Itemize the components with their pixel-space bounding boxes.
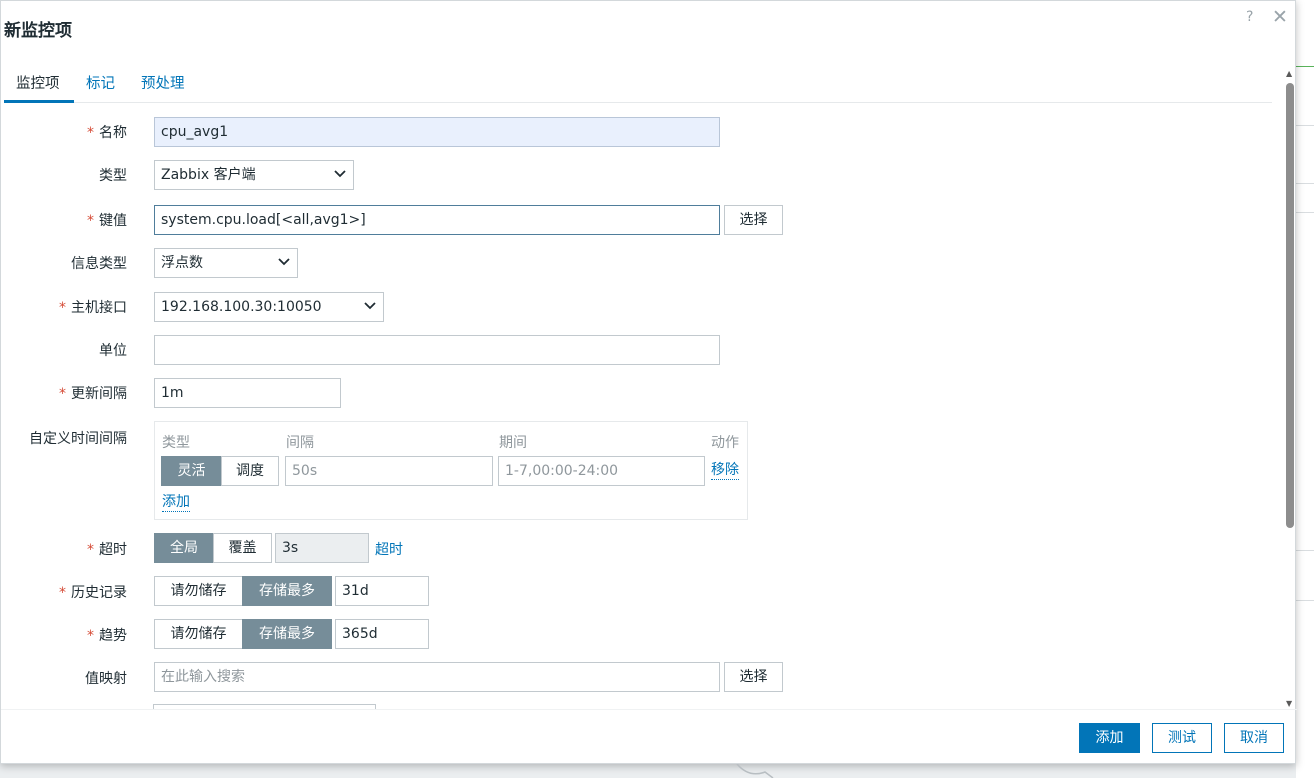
host-interface-label: 主机接口 bbox=[59, 297, 127, 317]
trends-label: 趋势 bbox=[87, 625, 127, 645]
update-interval-input[interactable]: 1m bbox=[154, 378, 341, 408]
new-item-dialog: 新监控项 ? ✕ 监控项 标记 预处理 名称 cpu_avg1 类型 Zabbi… bbox=[0, 0, 1297, 765]
units-label: 单位 bbox=[99, 343, 127, 359]
tab-tags[interactable]: 标记 bbox=[86, 73, 115, 103]
column-header-period: 期间 bbox=[499, 435, 527, 451]
timeout-label: 超时 bbox=[87, 539, 127, 559]
test-button[interactable]: 测试 bbox=[1152, 723, 1212, 753]
history-store-up-to-toggle[interactable]: 存储最多 bbox=[242, 576, 332, 606]
custom-intervals-label: 自定义时间间隔 bbox=[29, 431, 127, 447]
column-header-action: 动作 bbox=[711, 435, 739, 451]
cancel-button[interactable]: 取消 bbox=[1224, 723, 1284, 753]
tab-preprocessing[interactable]: 预处理 bbox=[141, 73, 185, 103]
trends-store-up-to-toggle[interactable]: 存储最多 bbox=[242, 619, 332, 649]
dialog-title: 新监控项 bbox=[4, 21, 72, 41]
type-select[interactable]: Zabbix 客户端 bbox=[154, 160, 354, 190]
tab-bar: 监控项 标记 预处理 bbox=[4, 73, 1272, 103]
type-value: Zabbix 客户端 bbox=[161, 167, 256, 183]
column-header-type: 类型 bbox=[162, 435, 190, 451]
name-label: 名称 bbox=[87, 122, 127, 142]
background-decoration bbox=[736, 764, 774, 778]
timeout-link[interactable]: 超时 bbox=[375, 539, 403, 559]
dialog-footer: 添加 测试 取消 bbox=[1, 709, 1297, 765]
host-interface-value: 192.168.100.30:10050 bbox=[161, 299, 322, 315]
value-map-select-button[interactable]: 选择 bbox=[724, 662, 783, 692]
custom-intervals-table: 类型 间隔 期间 动作 灵活 调度 50s 1-7,00:00-24:00 移除… bbox=[154, 421, 748, 520]
units-input[interactable] bbox=[154, 335, 720, 365]
scheduling-toggle[interactable]: 调度 bbox=[221, 456, 279, 486]
scrollbar-thumb[interactable] bbox=[1286, 83, 1294, 528]
timeout-input: 3s bbox=[275, 533, 369, 563]
interval-input[interactable]: 50s bbox=[285, 456, 493, 486]
column-header-interval: 间隔 bbox=[286, 435, 314, 451]
trends-dont-store-toggle[interactable]: 请勿储存 bbox=[154, 619, 243, 649]
add-button[interactable]: 添加 bbox=[1079, 723, 1140, 753]
history-label: 历史记录 bbox=[59, 582, 127, 602]
name-input[interactable]: cpu_avg1 bbox=[154, 117, 720, 147]
item-form: 名称 cpu_avg1 类型 Zabbix 客户端 键值 system.cpu.… bbox=[1, 103, 1281, 709]
key-label: 键值 bbox=[87, 210, 127, 230]
history-input[interactable]: 31d bbox=[335, 576, 429, 606]
history-dont-store-toggle[interactable]: 请勿储存 bbox=[154, 576, 243, 606]
timeout-override-toggle[interactable]: 覆盖 bbox=[213, 533, 272, 563]
info-type-label: 信息类型 bbox=[71, 256, 127, 272]
trends-input[interactable]: 365d bbox=[335, 619, 429, 649]
info-type-select[interactable]: 浮点数 bbox=[154, 248, 298, 278]
flexible-toggle[interactable]: 灵活 bbox=[161, 456, 222, 486]
value-map-label: 值映射 bbox=[85, 671, 127, 687]
key-select-button[interactable]: 选择 bbox=[724, 205, 783, 235]
chevron-down-icon bbox=[364, 302, 376, 310]
help-icon[interactable]: ? bbox=[1246, 9, 1253, 25]
update-interval-label: 更新间隔 bbox=[59, 383, 127, 403]
value-map-input[interactable]: 在此输入搜索 bbox=[154, 662, 720, 692]
host-interface-select[interactable]: 192.168.100.30:10050 bbox=[154, 292, 384, 322]
timeout-global-toggle[interactable]: 全局 bbox=[154, 533, 214, 563]
chevron-down-icon bbox=[278, 258, 290, 266]
remove-link[interactable]: 移除 bbox=[711, 462, 739, 480]
add-interval-link[interactable]: 添加 bbox=[162, 494, 190, 512]
chevron-down-icon bbox=[334, 170, 346, 178]
scroll-down-icon[interactable]: ▼ bbox=[1286, 699, 1292, 708]
type-label: 类型 bbox=[99, 168, 127, 184]
background-page bbox=[1296, 0, 1314, 778]
close-icon[interactable]: ✕ bbox=[1272, 6, 1288, 28]
key-input[interactable]: system.cpu.load[<all,avg1>] bbox=[154, 205, 720, 235]
tab-item[interactable]: 监控项 bbox=[4, 73, 74, 103]
period-input[interactable]: 1-7,00:00-24:00 bbox=[498, 456, 705, 486]
info-type-value: 浮点数 bbox=[161, 255, 203, 271]
scroll-up-icon[interactable]: ▲ bbox=[1286, 69, 1292, 78]
